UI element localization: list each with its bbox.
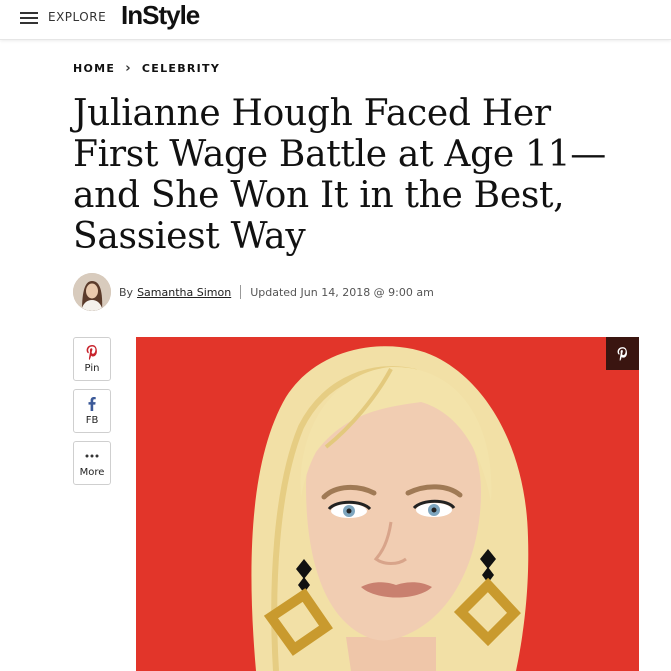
hero-illustration bbox=[136, 337, 639, 671]
breadcrumb-celebrity-link[interactable]: CELEBRITY bbox=[142, 62, 220, 75]
pinterest-icon bbox=[86, 344, 98, 360]
hamburger-menu-icon[interactable] bbox=[20, 9, 40, 27]
article-title: Julianne Hough Faced Her First Wage Batt… bbox=[73, 93, 633, 257]
pin-share-button[interactable]: Pin bbox=[73, 337, 111, 381]
byline-prefix: By bbox=[119, 285, 134, 299]
fb-label: FB bbox=[85, 415, 99, 426]
image-pin-button[interactable] bbox=[606, 337, 639, 370]
author-link[interactable]: Samantha Simon bbox=[137, 286, 231, 299]
breadcrumb: HOME › CELEBRITY bbox=[73, 61, 220, 76]
breadcrumb-home-link[interactable]: HOME bbox=[73, 62, 115, 75]
title-line: Julianne Hough Faced Her bbox=[73, 93, 551, 134]
more-label: More bbox=[79, 467, 105, 478]
byline-divider bbox=[240, 285, 242, 299]
chevron-right-icon: › bbox=[125, 61, 132, 76]
facebook-share-button[interactable]: FB bbox=[73, 389, 111, 433]
more-share-button[interactable]: More bbox=[73, 441, 111, 485]
author-avatar[interactable] bbox=[73, 273, 111, 311]
byline: By Samantha Simon Updated Jun 14, 2018 @… bbox=[73, 273, 434, 311]
top-nav-bar: EXPLORE InStyle bbox=[0, 0, 671, 40]
title-line: and She Won It in the Best, bbox=[73, 175, 565, 216]
pin-label: Pin bbox=[84, 363, 100, 374]
title-line: Sassiest Way bbox=[73, 216, 306, 257]
title-line: First Wage Battle at Age 11— bbox=[73, 134, 606, 175]
facebook-icon bbox=[88, 396, 96, 412]
updated-timestamp: Updated Jun 14, 2018 @ 9:00 am bbox=[250, 285, 434, 299]
more-dots-icon bbox=[85, 448, 99, 464]
instyle-logo[interactable]: InStyle bbox=[121, 0, 200, 31]
pinterest-icon bbox=[617, 346, 627, 361]
explore-link[interactable]: EXPLORE bbox=[48, 10, 106, 24]
